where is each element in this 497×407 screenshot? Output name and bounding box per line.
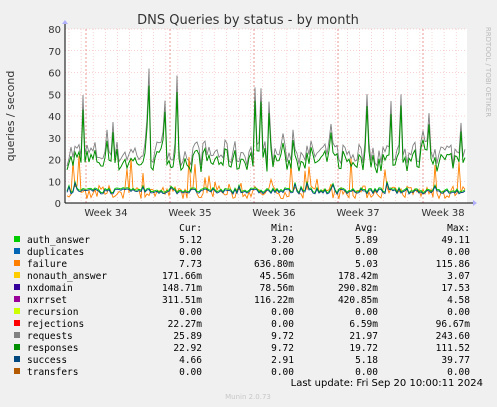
legend-value-cur: 5.12 (179, 235, 202, 246)
legend-value-min: 3.20 (271, 235, 294, 246)
legend-swatch (14, 284, 20, 290)
legend-series-name: nonauth_answer (27, 271, 107, 282)
legend-value-avg: 420.85m (338, 295, 378, 306)
legend-column-header: Max: (447, 223, 470, 234)
legend-value-min: 116.22m (254, 295, 294, 306)
legend-value-max: 115.86 (436, 259, 471, 270)
legend-value-min: 2.91 (271, 355, 294, 366)
legend-swatch (14, 320, 20, 326)
legend-value-cur: 25.89 (173, 331, 202, 342)
legend-value-avg: 5.03 (355, 259, 378, 270)
legend-swatch (14, 332, 20, 338)
legend-value-max: 4.58 (447, 295, 470, 306)
y-tick-label: 0 (55, 199, 61, 210)
legend-value-max: 0.00 (447, 307, 470, 318)
legend-swatch (14, 272, 20, 278)
legend-series-name: failure (27, 259, 67, 270)
y-tick-label: 30 (48, 134, 61, 145)
legend-value-avg: 21.97 (349, 331, 378, 342)
legend-value-avg: 5.89 (355, 235, 378, 246)
legend-value-avg: 0.00 (355, 367, 378, 378)
legend-column-header: Avg: (355, 223, 378, 234)
legend-value-avg: 5.18 (355, 355, 378, 366)
legend-series-name: nxrrset (27, 295, 67, 306)
y-tick-label: 70 (48, 47, 61, 58)
legend-value-min: 45.56m (260, 271, 295, 282)
legend-value-max: 111.52 (436, 343, 470, 354)
legend-value-max: 0.00 (447, 247, 470, 258)
legend-swatch (14, 356, 20, 362)
legend-value-avg: 178.42m (338, 271, 378, 282)
legend-series-name: duplicates (27, 247, 84, 258)
x-tick-label: Week 34 (84, 208, 127, 219)
legend-value-min: 636.80m (254, 259, 294, 270)
y-tick-label: 10 (48, 177, 61, 188)
rrdtool-credit: RRDTOOL / TOBI OETIKER (484, 27, 492, 117)
x-tick-label: Week 35 (168, 208, 211, 219)
legend-swatch (14, 308, 20, 314)
legend-value-avg: 0.00 (355, 247, 378, 258)
legend-value-avg: 19.72 (349, 343, 378, 354)
legend-value-min: 0.00 (271, 367, 294, 378)
legend-series-name: rejections (27, 319, 84, 330)
legend-value-cur: 0.00 (179, 367, 202, 378)
legend-swatch (14, 260, 20, 266)
x-tick-label: Week 38 (421, 208, 464, 219)
legend-value-max: 17.53 (441, 283, 470, 294)
legend-value-max: 243.60 (436, 331, 471, 342)
legend-value-max: 49.11 (441, 235, 470, 246)
legend-value-max: 96.67m (436, 319, 471, 330)
legend-value-cur: 22.92 (173, 343, 202, 354)
legend-value-cur: 7.73 (179, 259, 202, 270)
legend-value-cur: 0.00 (179, 307, 202, 318)
legend-value-min: 0.00 (271, 319, 294, 330)
legend-swatch (14, 248, 20, 254)
legend-value-max: 39.77 (441, 355, 470, 366)
munin-graph: DNS Queries by status - by month queries… (0, 0, 497, 407)
legend-series-name: success (27, 355, 67, 366)
y-tick-label: 60 (48, 69, 61, 80)
legend-value-max: 3.07 (447, 271, 470, 282)
legend-value-cur: 148.71m (162, 283, 202, 294)
legend-value-cur: 0.00 (179, 247, 202, 258)
munin-version-text: Munin 2.0.73 (225, 393, 271, 401)
legend-series-name: responses (27, 343, 78, 354)
legend-value-cur: 311.51m (162, 295, 202, 306)
y-tick-label: 20 (48, 156, 61, 167)
last-update-text: Last update: Fri Sep 20 10:00:11 2024 (291, 378, 483, 389)
x-tick-label: Week 36 (252, 208, 295, 219)
legend-series-name: nxdomain (27, 283, 73, 294)
y-tick-label: 80 (48, 25, 61, 36)
legend-value-max: 0.00 (447, 367, 470, 378)
y-tick-label: 50 (48, 90, 61, 101)
legend-value-cur: 171.66m (162, 271, 202, 282)
legend-series-name: recursion (27, 307, 78, 318)
legend-swatch (14, 296, 20, 302)
legend-column-header: Cur: (179, 223, 202, 234)
plot-area: 0 10 20 30 40 50 60 70 80 Week 34 Week 35 Week 36 We… (48, 20, 477, 219)
chart-title: DNS Queries by status - by month (137, 13, 359, 28)
legend-value-min: 9.72 (271, 331, 294, 342)
legend-value-avg: 6.59m (349, 319, 378, 330)
legend-column-header: Min: (271, 223, 294, 234)
y-tick-label: 40 (48, 112, 61, 123)
legend-value-min: 0.00 (271, 307, 294, 318)
legend-swatch (14, 236, 20, 242)
legend-value-avg: 0.00 (355, 307, 378, 318)
legend-swatch (14, 344, 20, 350)
legend-value-cur: 4.66 (179, 355, 202, 366)
legend-series-name: auth_answer (27, 235, 90, 246)
y-axis-label: queries / second (4, 71, 17, 162)
legend-value-min: 78.56m (260, 283, 295, 294)
legend-series-name: transfers (27, 367, 78, 378)
legend-value-min: 9.72 (271, 343, 294, 354)
legend-swatch (14, 368, 20, 374)
legend-value-cur: 22.27m (168, 319, 203, 330)
legend-series-name: requests (27, 331, 73, 342)
legend-value-min: 0.00 (271, 247, 294, 258)
x-tick-label: Week 37 (336, 208, 379, 219)
legend-value-avg: 290.82m (338, 283, 378, 294)
